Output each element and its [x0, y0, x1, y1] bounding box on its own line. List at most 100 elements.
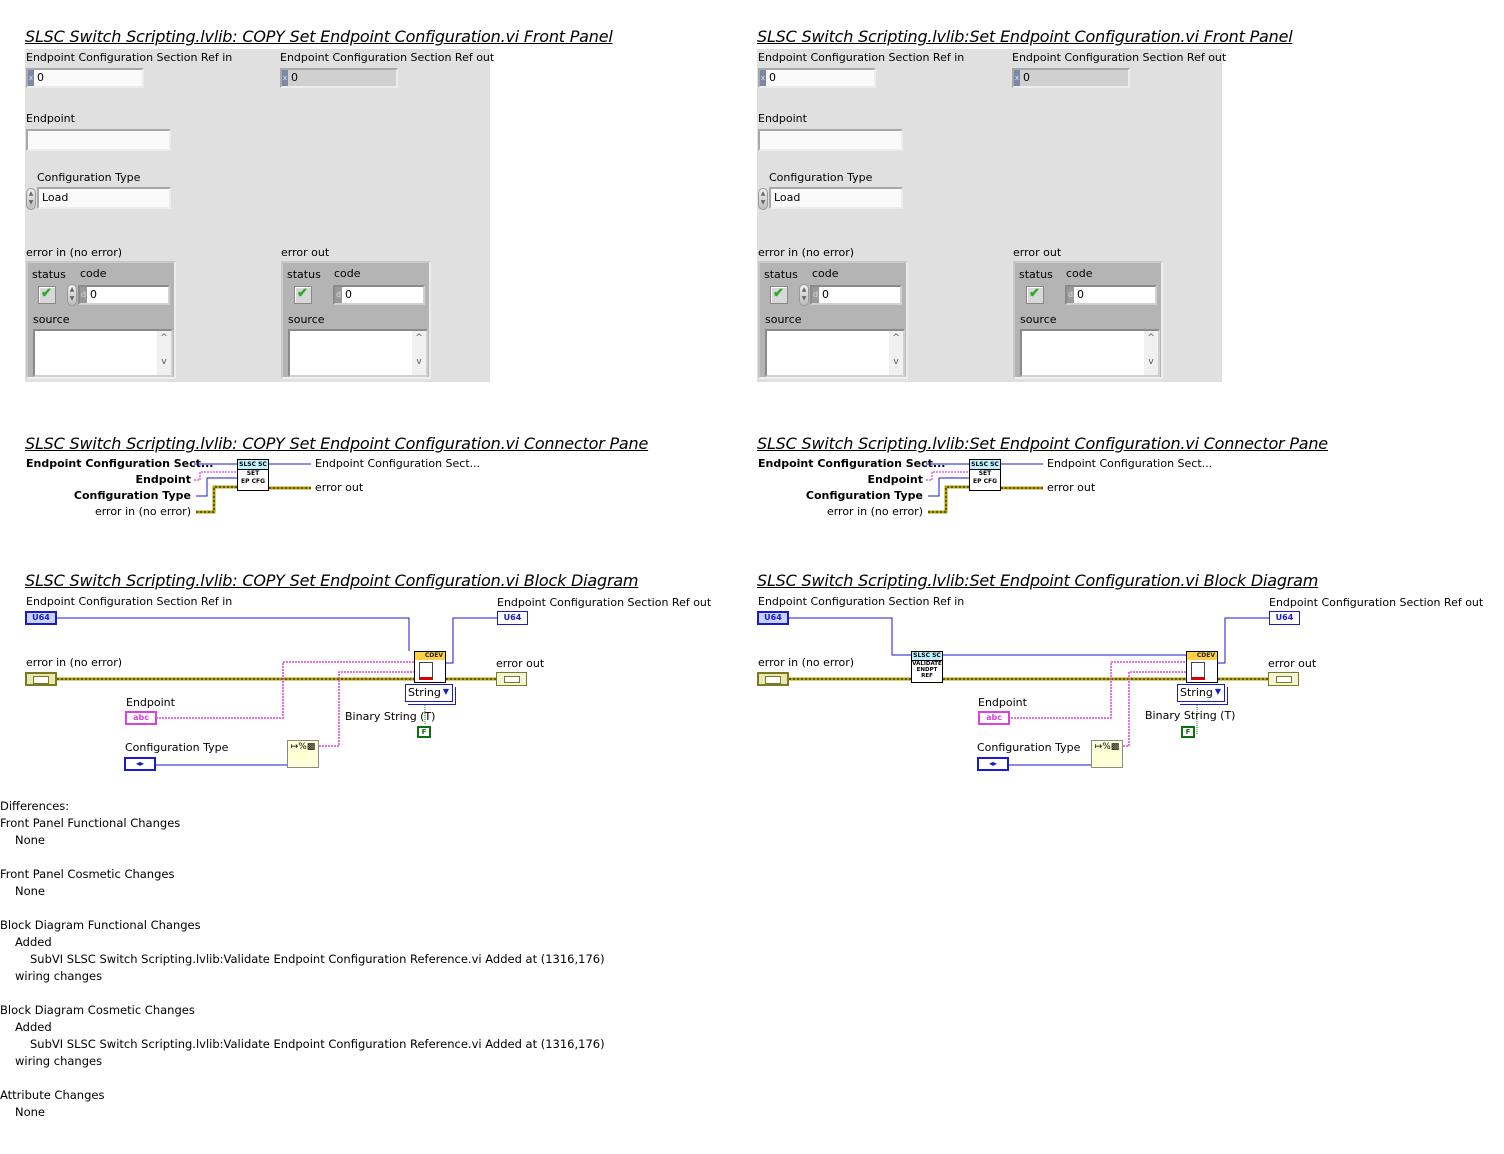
scroll-down-icon[interactable]: v [157, 357, 171, 367]
bd-binary-string-label: Binary String (T) [345, 710, 436, 723]
ref-in-control[interactable]: x 0 [758, 68, 876, 88]
cdev-banner: CDEV [1187, 652, 1217, 660]
status-label: status [32, 268, 66, 281]
status-label: status [1019, 268, 1053, 281]
differences-header: Differences: [0, 799, 70, 813]
config-type-value: Load [774, 191, 801, 204]
ref-out-terminal[interactable]: U64 [497, 611, 528, 625]
code-indicator: d 0 [333, 285, 425, 305]
config-type-terminal[interactable]: ◂▸ [124, 757, 156, 771]
code-input[interactable]: d 0 [810, 285, 902, 305]
string-type-selector[interactable]: String ▼ [1177, 684, 1225, 702]
diff-line: None [15, 833, 46, 847]
string-type-selector[interactable]: String ▼ [405, 684, 453, 702]
right-front-panel: Endpoint Configuration Section Ref in x … [757, 49, 1226, 382]
ref-in-terminal[interactable]: U64 [25, 611, 57, 625]
scroll-up-icon[interactable]: ^ [889, 333, 903, 343]
config-type-value: Load [42, 191, 69, 204]
false-constant[interactable]: F [1181, 726, 1195, 738]
cdev-banner: CDEV [415, 652, 445, 660]
source-scrollbar[interactable]: ^ v [157, 331, 171, 375]
config-type-ring[interactable]: Load [769, 187, 903, 209]
source-input[interactable]: ^ v [33, 329, 173, 377]
cp-vi-icon: SLSC SC SET EP CFG [237, 459, 269, 491]
format-wire [319, 671, 414, 747]
config-type-stepper[interactable]: ▲ ▼ [26, 188, 36, 210]
code-stepper[interactable]: ▲ ▼ [799, 284, 809, 306]
radix-indicator: x [760, 70, 766, 86]
chevron-down-icon: ▼ [1214, 687, 1221, 696]
config-type-stepper[interactable]: ▲ ▼ [758, 188, 768, 210]
code-label: code [334, 267, 361, 280]
status-checkbox[interactable]: ✔ [38, 286, 56, 304]
error-in-terminal[interactable] [25, 672, 57, 686]
config-type-ring[interactable]: Load [37, 187, 171, 209]
validate-endpoint-ref-subvi[interactable]: SLSC SC VALIDATE ENDPT REF [911, 651, 943, 683]
status-checkbox[interactable]: ✔ [770, 286, 788, 304]
error-in-label: error in (no error) [26, 246, 123, 259]
scroll-down-icon[interactable]: v [412, 357, 426, 367]
ref-in-control[interactable]: x 0 [26, 68, 144, 88]
radix-indicator: d [812, 287, 819, 303]
code-indicator: d 0 [1065, 285, 1157, 305]
ref-out-terminal[interactable]: U64 [1269, 611, 1300, 625]
code-stepper[interactable]: ▲ ▼ [67, 284, 77, 306]
code-input[interactable]: d 0 [78, 285, 170, 305]
format-into-string-node[interactable]: ↦%▩ [1091, 740, 1123, 768]
diff-section-fp-functional: Front Panel Functional Changes None [0, 815, 605, 849]
source-scrollbar[interactable]: ^ v [1144, 331, 1158, 375]
endpoint-input[interactable] [758, 129, 903, 151]
cp-error-in-wire [196, 485, 238, 514]
right-connector-pane-title: SLSC Switch Scripting.lvlib:Set Endpoint… [757, 434, 1328, 453]
checkmark-icon: ✔ [773, 286, 784, 301]
radix-indicator: d [80, 287, 87, 303]
left-connector-pane: Endpoint Configuration Sect... Endpoint … [0, 455, 700, 525]
cp-icon-text-2: EP CFG [240, 478, 265, 485]
ref-in-terminal[interactable]: U64 [757, 611, 789, 625]
scroll-up-icon[interactable]: ^ [157, 333, 171, 343]
false-constant[interactable]: F [417, 726, 431, 738]
validate-icon-text: VALIDATE ENDPT REF [912, 661, 942, 679]
differences-report: Differences: Front Panel Functional Chan… [0, 798, 605, 1121]
cdev-node[interactable]: CDEV [1186, 651, 1218, 683]
diff-line: Added [15, 1020, 52, 1034]
cp-vi-icon: SLSC SC SET EP CFG [969, 459, 1001, 491]
error-out-terminal[interactable] [496, 672, 527, 686]
bd-ref-in-label: Endpoint Configuration Section Ref in [26, 595, 233, 608]
error-out-terminal[interactable] [1268, 672, 1299, 686]
scroll-up-icon[interactable]: ^ [412, 333, 426, 343]
source-input[interactable]: ^ v [765, 329, 905, 377]
diff-line: Added [15, 935, 52, 949]
endpoint-input[interactable] [26, 129, 171, 151]
scroll-down-icon[interactable]: v [889, 357, 903, 367]
error-in-cluster: status code ✔ ▲ ▼ d 0 source ^ v [758, 261, 908, 379]
cdev-node[interactable]: CDEV [414, 651, 446, 683]
scroll-down-icon[interactable]: v [1144, 357, 1158, 367]
endpoint-terminal[interactable]: abc [978, 711, 1010, 725]
error-out-cluster: status code ✔ d 0 source ^ v [1013, 261, 1163, 379]
error-out-cluster: status code ✔ d 0 source ^ v [281, 261, 431, 379]
source-scrollbar[interactable]: ^ v [889, 331, 903, 375]
code-value: 0 [1077, 288, 1084, 301]
cp-icon-banner: SLSC SC [238, 460, 268, 470]
ref-in-label: Endpoint Configuration Section Ref in [26, 51, 233, 64]
config-type-terminal[interactable]: ◂▸ [977, 757, 1009, 771]
diff-section-title: Front Panel Functional Changes [0, 816, 181, 830]
format-icon: ↦%▩ [1094, 742, 1120, 752]
right-block-diagram: Endpoint Configuration Section Ref in U6… [732, 593, 1504, 783]
endpoint-terminal[interactable]: abc [125, 711, 157, 725]
error-in-terminal[interactable] [757, 672, 789, 686]
cp-endpoint-wire [926, 471, 970, 481]
config-type-label: Configuration Type [37, 171, 141, 184]
bd-ref-in-label: Endpoint Configuration Section Ref in [758, 595, 965, 608]
bd-error-in-label: error in (no error) [758, 656, 855, 669]
cp-icon-text-2: EP CFG [972, 478, 997, 485]
bd-ref-out-label: Endpoint Configuration Section Ref out [1269, 596, 1484, 609]
ref-out-value: 0 [1023, 71, 1030, 84]
format-into-string-node[interactable]: ↦%▩ [287, 740, 319, 768]
cp-icon-text-1: SET [978, 470, 992, 477]
scroll-up-icon[interactable]: ^ [1144, 333, 1158, 343]
source-scrollbar[interactable]: ^ v [412, 331, 426, 375]
radix-indicator: x [1014, 70, 1020, 86]
endpoint-label: Endpoint [26, 112, 75, 125]
